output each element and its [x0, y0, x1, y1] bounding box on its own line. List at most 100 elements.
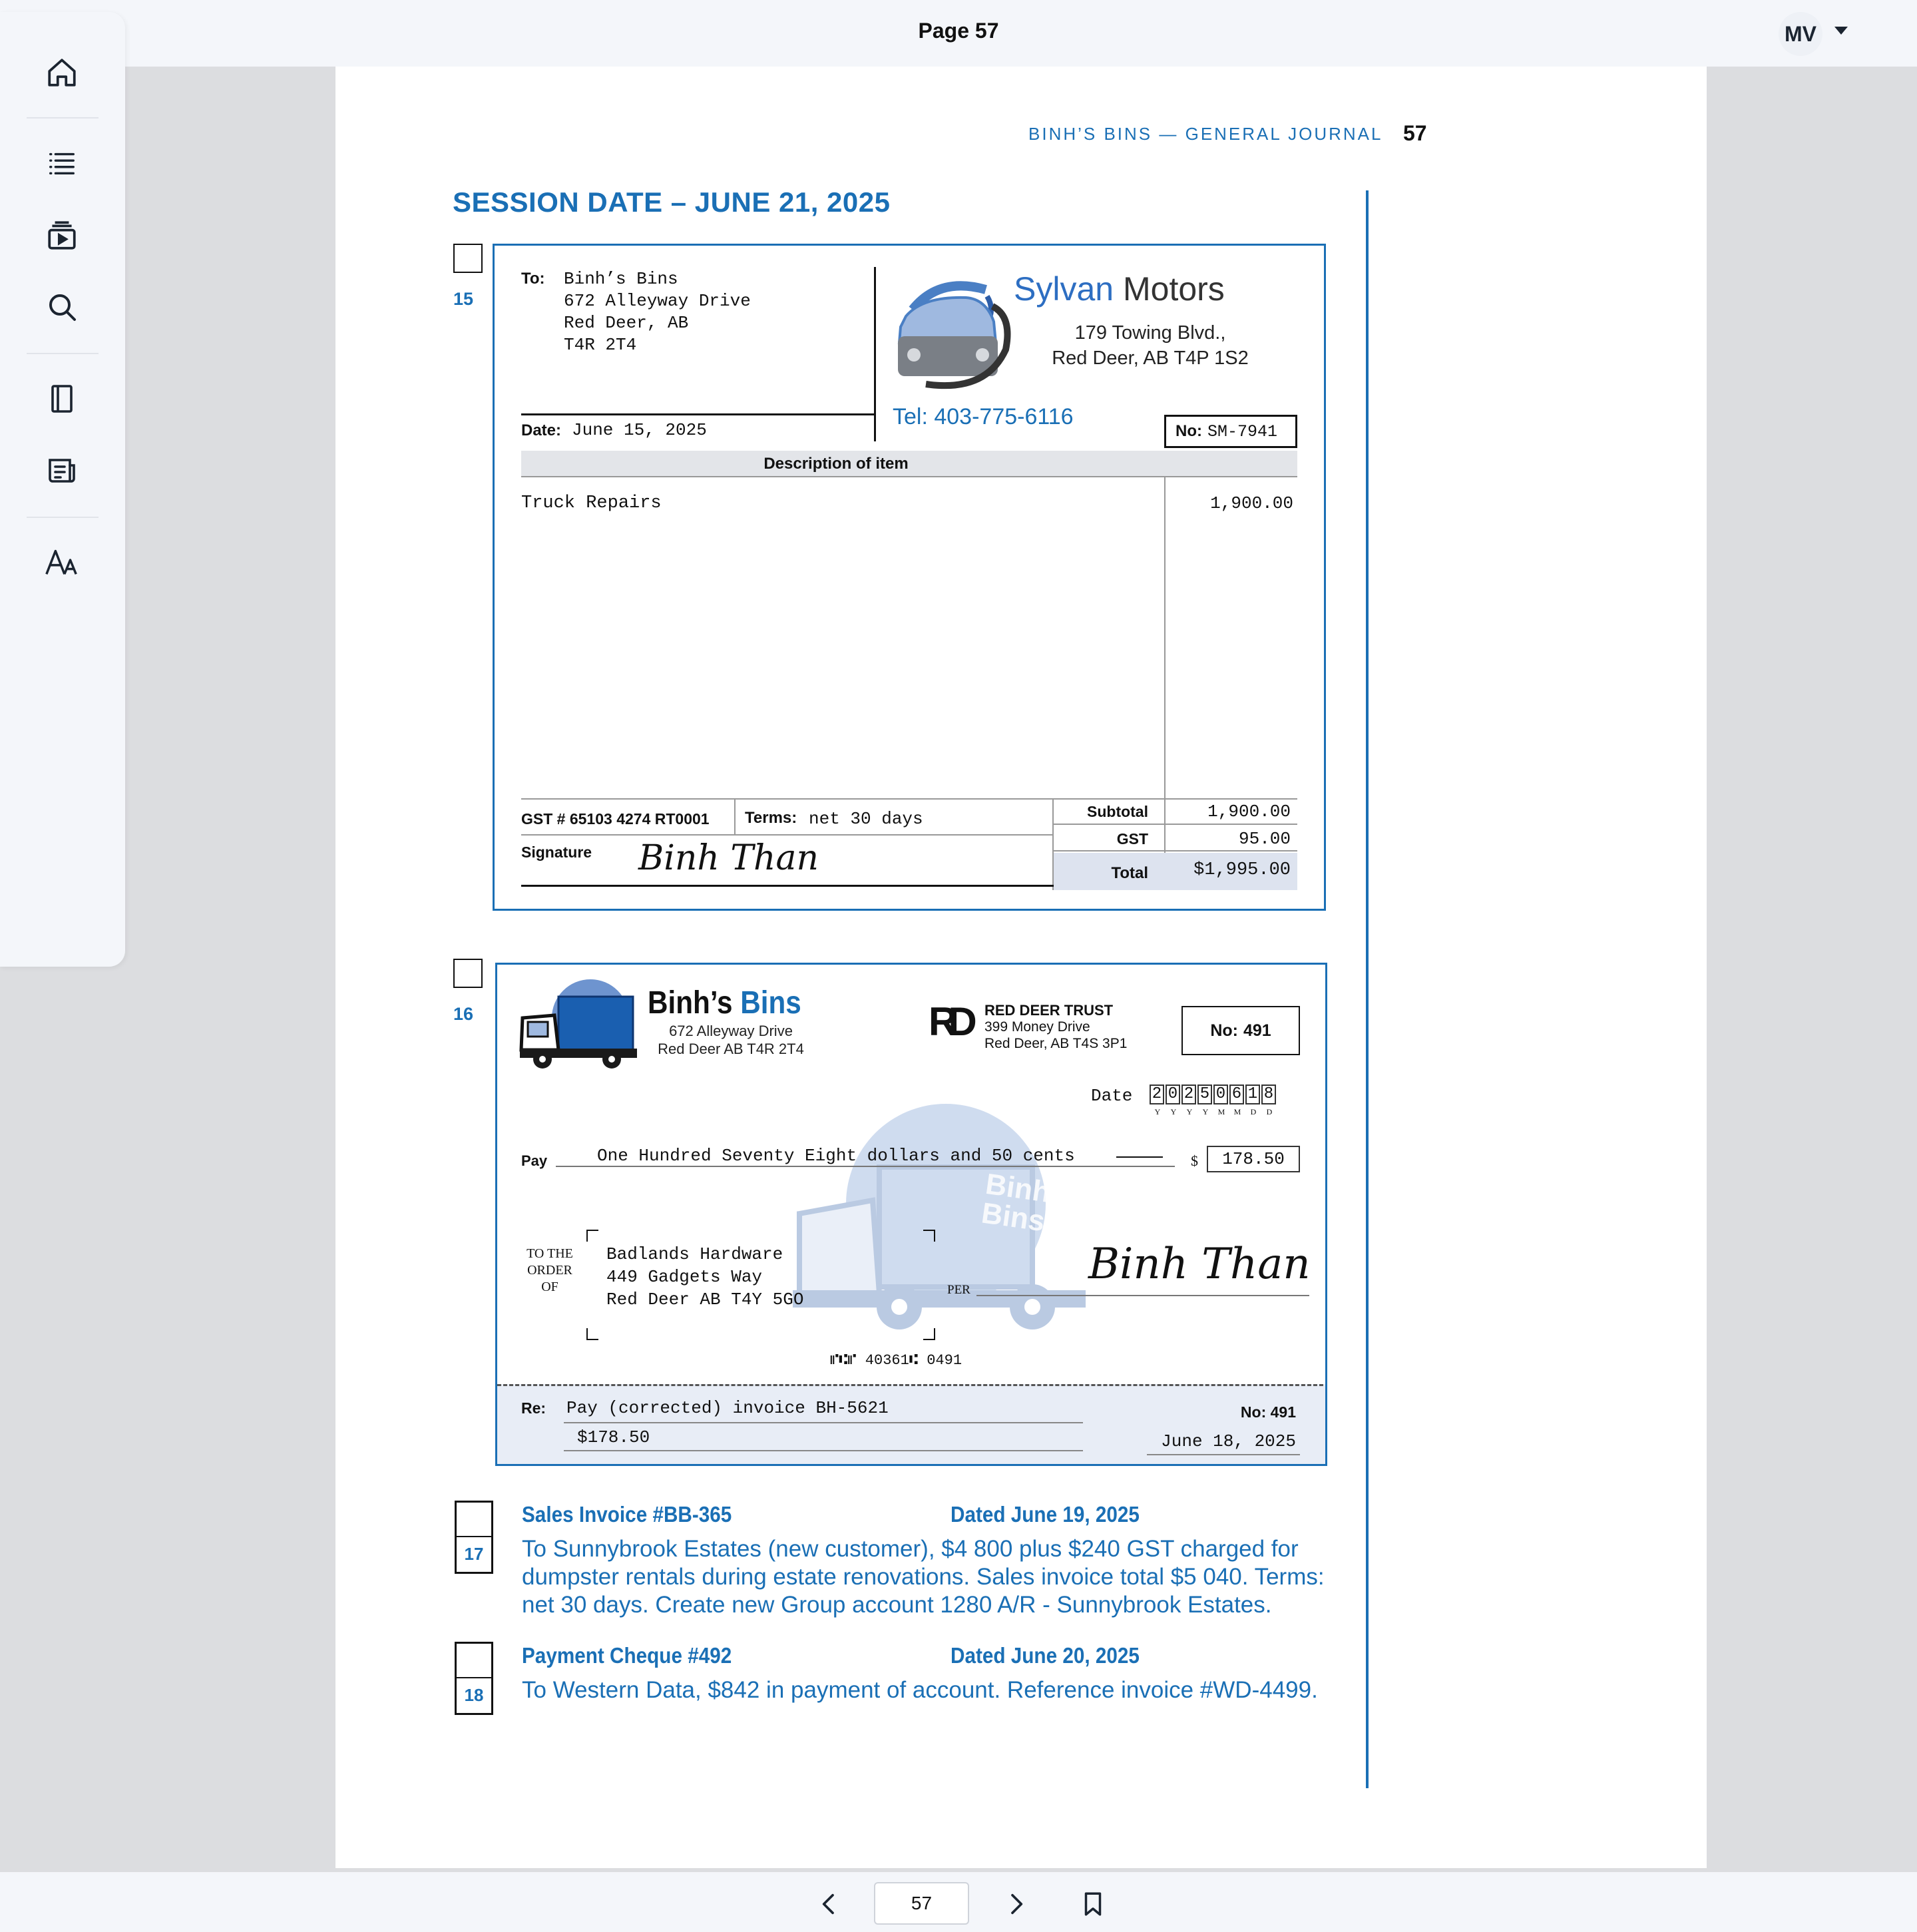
item-15-checkbox[interactable] — [453, 244, 483, 273]
pay-dash — [1116, 1156, 1163, 1158]
sidebar-divider — [27, 117, 99, 119]
corner-mark — [923, 1328, 935, 1340]
transaction-date: Dated June 20, 2025 — [951, 1643, 1140, 1668]
date-digit: 6 — [1229, 1085, 1244, 1104]
sidebar — [0, 12, 125, 967]
company-address: 672 Alleyway Drive Red Deer AB T4R 2T4 — [648, 1022, 814, 1058]
date-digit: 5 — [1197, 1085, 1212, 1104]
media-icon[interactable] — [41, 215, 83, 256]
signature-line — [976, 1295, 1309, 1296]
date-format-char: Y — [1186, 1107, 1193, 1116]
bank-info: RED DEER TRUST 399 Money Drive Red Deer,… — [984, 1002, 1127, 1052]
cheque-number-box: No: 491 — [1181, 1006, 1300, 1055]
subtotal-value: 1,900.00 — [1166, 798, 1297, 825]
cheque-number: 491 — [1243, 1021, 1271, 1040]
bank-address-line: Red Deer, AB T4S 3P1 — [984, 1036, 1128, 1051]
pay-label: Pay — [521, 1152, 548, 1169]
running-head: BINH’S BINS — GENERAL JOURNAL — [1028, 124, 1383, 144]
payee-line: 449 Gadgets Way — [606, 1267, 763, 1287]
order-label-line: OF — [541, 1280, 558, 1294]
re-amount: $178.50 — [577, 1427, 650, 1447]
date-format-char: D — [1266, 1107, 1273, 1116]
dollar-sign: $ — [1191, 1152, 1198, 1169]
total-label: Total — [1111, 864, 1148, 882]
transaction-body: To Sunnybrook Estates (new customer), $4… — [522, 1536, 1325, 1618]
top-bar: Page 57 MV — [0, 0, 1917, 67]
bookmark-button[interactable] — [1074, 1885, 1112, 1923]
no-label: No: — [1240, 1403, 1267, 1421]
stub-number: No: 491 — [1163, 1403, 1296, 1421]
date-digit: 2 — [1150, 1085, 1164, 1104]
notes-icon[interactable] — [41, 450, 83, 491]
signature: Binh Than — [638, 838, 819, 878]
divider — [521, 885, 1054, 887]
date-digit: 2 — [1181, 1085, 1196, 1104]
page-title: Page 57 — [918, 19, 999, 43]
stub-date-line — [1147, 1454, 1300, 1455]
margin-rule — [1366, 190, 1369, 1788]
item-18-box[interactable]: 18 — [455, 1642, 493, 1715]
item-16-checkbox[interactable] — [453, 959, 483, 988]
order-label-line: ORDER — [527, 1263, 572, 1278]
bank-logo-text: RD — [929, 999, 977, 1044]
description-header: Description of item — [521, 451, 1297, 477]
search-icon[interactable] — [41, 286, 83, 328]
date-format-char: D — [1250, 1107, 1257, 1116]
cheque-stub: Re: Pay (corrected) invoice BH-5621 $178… — [497, 1384, 1325, 1464]
vendor-invoice: To: Binh’s Bins 672 Alleyway Drive Red D… — [493, 244, 1326, 911]
invoice-date: June 15, 2025 — [572, 420, 707, 440]
item-number: 18 — [457, 1677, 491, 1706]
page-number-input[interactable] — [874, 1882, 969, 1925]
payee-address: Badlands Hardware 449 Gadgets Way Red De… — [606, 1243, 803, 1311]
date-format-char: Y — [1154, 1107, 1161, 1116]
vendor-name-part: Motors — [1122, 270, 1225, 308]
item-number: 15 — [453, 289, 474, 309]
invoice-number-box: No: SM-7941 — [1164, 415, 1297, 448]
transaction-title: Payment Cheque #492 — [522, 1643, 732, 1668]
pay-line — [556, 1166, 1175, 1167]
corner-mark — [586, 1230, 598, 1242]
vendor-address-line: 179 Towing Blvd., — [1074, 322, 1226, 344]
company-name-part: Binh’s — [648, 985, 733, 1021]
vendor-name-part: Sylvan — [1014, 270, 1114, 308]
to-line: Red Deer, AB — [564, 313, 689, 333]
vendor-tel: Tel: 403-775-6116 — [893, 404, 1074, 429]
payee-line: Badlands Hardware — [606, 1244, 783, 1264]
divider — [521, 834, 1054, 836]
corner-mark — [586, 1328, 598, 1340]
transaction-title: Sales Invoice #BB-365 — [522, 1502, 732, 1527]
sidebar-divider — [27, 353, 99, 354]
chevron-down-icon[interactable] — [1834, 27, 1848, 35]
notebook-icon[interactable] — [41, 378, 83, 419]
page-number: 57 — [1403, 121, 1427, 145]
session-date-heading: SESSION DATE – JUNE 21, 2025 — [453, 186, 891, 218]
font-icon[interactable] — [41, 542, 83, 583]
terms-label: Terms: — [745, 809, 797, 827]
stub-cheque-number: 491 — [1270, 1403, 1296, 1421]
cheque: Binh’s Bins 672 Alleyway Drive Red Deer … — [495, 963, 1327, 1466]
to-line: T4R 2T4 — [564, 335, 637, 355]
micr-line: ⑈⑆⑈ 40361⑆ 0491 — [830, 1352, 962, 1369]
item-17-box[interactable]: 17 — [455, 1501, 493, 1574]
re-line — [564, 1422, 1083, 1423]
home-icon[interactable] — [41, 52, 83, 93]
item-number: 16 — [453, 1004, 474, 1024]
vendor-address-line: Red Deer, AB T4P 1S2 — [1052, 348, 1249, 369]
previous-page-button[interactable] — [811, 1885, 848, 1923]
next-page-button[interactable] — [997, 1885, 1034, 1923]
sylvan-motors-logo — [886, 270, 1019, 396]
vendor-address: 179 Towing Blvd., Red Deer, AB T4P 1S2 — [1000, 320, 1300, 371]
bookmark-icon — [1084, 1892, 1102, 1916]
re-text: Pay (corrected) invoice BH-5621 — [566, 1398, 889, 1418]
date-format-char: M — [1217, 1107, 1225, 1116]
avatar[interactable]: MV — [1779, 12, 1822, 56]
pay-amount-words: One Hundred Seventy Eight dollars and 50… — [597, 1146, 1075, 1166]
subtotal-label: Subtotal — [1054, 798, 1164, 825]
list-icon[interactable] — [41, 142, 83, 184]
cheque-amount: 178.50 — [1207, 1146, 1300, 1172]
transaction-date: Dated June 19, 2025 — [951, 1502, 1140, 1527]
per-label: PER — [947, 1283, 970, 1297]
to-line: Binh’s Bins — [564, 269, 678, 289]
sidebar-divider — [27, 517, 99, 518]
bank-logo: RD — [929, 999, 977, 1044]
